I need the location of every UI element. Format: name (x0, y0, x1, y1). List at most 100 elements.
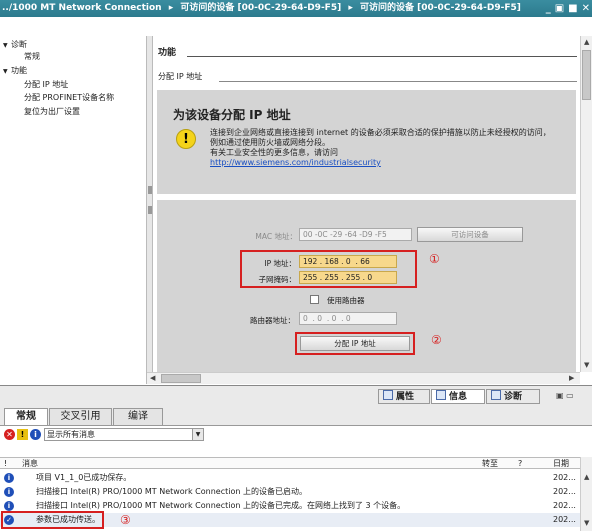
message-list: ! 消息 转至 ? 日期 i 项目 V1_1_0已成功保存。 202... i … (0, 443, 592, 531)
scroll-down-icon[interactable]: ▼ (584, 361, 589, 369)
nav-item-general[interactable]: 常规 (24, 51, 40, 62)
tab-label: 诊断 (504, 392, 523, 402)
message-table-header: ! 消息 转至 ? 日期 (0, 457, 580, 469)
subtab-cross-reference[interactable]: 交叉引用 (49, 408, 112, 425)
nav-item-functions[interactable]: ▼ 功能 (3, 65, 27, 77)
close-icon[interactable]: ✕ (582, 0, 590, 17)
nav-item-label: 复位为出厂设置 (24, 107, 80, 116)
message-date: 202... (553, 473, 576, 482)
tab-properties[interactable]: 属性 (378, 389, 430, 404)
float-icon[interactable]: ■ (568, 0, 577, 17)
breadcrumb-separator: ▸ (348, 3, 353, 13)
tab-label: 信息 (449, 392, 468, 402)
chevron-down-icon[interactable]: ▼ (192, 429, 203, 440)
breadcrumb-separator: ▸ (168, 3, 174, 13)
inspector-subtabs: 常规 交叉引用 编译 (0, 405, 592, 426)
info-icon: i (4, 473, 14, 483)
inspector-tab-bar: 属性 信息 诊断 ▣ ▭ (0, 385, 592, 405)
highlight-box-message (1, 511, 104, 529)
marker-3: ③ (120, 513, 131, 527)
breadcrumb-interface[interactable]: ../1000 MT Network Connection (2, 3, 162, 13)
nav-item-label: 分配 IP 地址 (24, 80, 69, 89)
window-controls: _ ▣ ■ ✕ (546, 0, 590, 17)
expand-arrow-icon[interactable]: ▼ (3, 66, 11, 77)
mac-address-label: MAC 地址： (255, 232, 297, 241)
message-vertical-scrollbar[interactable]: ▲ ▼ (580, 457, 592, 531)
filter-value: 显示所有消息 (47, 430, 95, 439)
window-title-bar: ../1000 MT Network Connection ▸ 可访问的设备 [… (0, 0, 592, 17)
message-date: 202... (553, 501, 576, 510)
nav-item-label: 诊断 (11, 40, 27, 49)
info-icon: i (4, 487, 14, 497)
message-filter-select[interactable]: 显示所有消息 ▼ (44, 428, 204, 441)
minimize-icon[interactable]: _ (546, 0, 551, 17)
content-vertical-scrollbar[interactable]: ▲ ▼ (580, 36, 592, 372)
message-toolbar: ✕ ! i 显示所有消息 ▼ (0, 425, 592, 443)
nav-item-reset-factory[interactable]: 复位为出厂设置 (24, 106, 80, 117)
scroll-right-icon[interactable]: ▶ (569, 374, 574, 382)
nav-item-label: 分配 PROFINET设备名称 (24, 93, 115, 102)
content-panel: 功能 分配 IP 地址 为该设备分配 IP 地址 ! 连接到企业网络或直接连接到… (153, 36, 580, 372)
column-message[interactable]: 消息 (22, 458, 38, 469)
warning-line: 例如通过使用防火墙或网络分段。 (210, 138, 330, 147)
router-address-field: 0 . 0 . 0 . 0 (299, 312, 397, 325)
info-icon (436, 390, 446, 400)
nav-item-diagnostics[interactable]: ▼ 诊断 (3, 39, 27, 51)
scroll-up-icon[interactable]: ▲ (584, 38, 589, 46)
restore-icon[interactable]: ▣ (555, 0, 564, 17)
error-filter-icon[interactable]: ✕ (4, 429, 15, 440)
use-router-label: 使用路由器 (327, 296, 365, 305)
scroll-thumb[interactable] (161, 374, 201, 383)
left-navigation: ▼ 诊断 常规 ▼ 功能 分配 IP 地址 分配 PROFINET设备名称 复位为出… (0, 36, 147, 384)
warning-filter-icon[interactable]: ! (17, 429, 28, 440)
marker-1: ① (429, 252, 440, 266)
content-horizontal-scrollbar[interactable]: ◀ ▶ (147, 372, 580, 384)
scroll-down-icon[interactable]: ▼ (584, 519, 589, 527)
message-text: 项目 V1_1_0已成功保存。 (36, 473, 132, 482)
column-goto[interactable]: 转至 (482, 458, 498, 469)
diagnostics-icon (491, 390, 501, 400)
subtab-compile[interactable]: 编译 (113, 408, 163, 425)
column-question[interactable]: ? (518, 458, 522, 469)
subsection-title: 分配 IP 地址 (158, 72, 203, 81)
security-link[interactable]: http://www.siemens.com/industrialsecurit… (210, 158, 575, 168)
accessible-devices-button[interactable]: 可访问设备 (417, 227, 523, 242)
tab-diagnostics[interactable]: 诊断 (486, 389, 540, 404)
nav-item-label: 功能 (11, 66, 27, 75)
nav-item-assign-profinet-name[interactable]: 分配 PROFINET设备名称 (24, 92, 114, 103)
section-divider (187, 56, 577, 57)
tab-label: 属性 (396, 392, 415, 402)
nav-item-assign-ip[interactable]: 分配 IP 地址 (24, 79, 68, 90)
expand-arrow-icon[interactable]: ▼ (3, 40, 11, 51)
message-date: 202... (553, 487, 576, 496)
highlight-box-assign (295, 332, 415, 355)
breadcrumb-device-current[interactable]: 可访问的设备 [00-0C-29-64-D9-F5] (360, 3, 521, 13)
message-text: 扫描接口 Intel(R) PRO/1000 MT Network Connec… (36, 487, 307, 496)
use-router-checkbox[interactable] (310, 295, 319, 304)
warning-icon: ! (176, 129, 196, 149)
properties-icon (383, 390, 393, 400)
table-row[interactable]: i 项目 V1_1_0已成功保存。 202... (0, 471, 580, 485)
splitter-grip-icon[interactable] (148, 206, 152, 214)
router-address-label: 路由器地址： (250, 316, 295, 325)
message-date: 202... (553, 515, 576, 524)
nav-item-label: 常规 (24, 52, 40, 61)
mac-address-field: 00 -0C -29 -64 -D9 -F5 (299, 228, 412, 241)
table-row[interactable]: i 扫描接口 Intel(R) PRO/1000 MT Network Conn… (0, 485, 580, 499)
column-mark[interactable]: ! (4, 458, 7, 469)
warning-line: 连接到企业网络或直接连接到 internet 的设备必须采取合适的保护措施以防止… (210, 128, 551, 137)
tab-info[interactable]: 信息 (431, 389, 485, 404)
breadcrumb-device[interactable]: 可访问的设备 [00-0C-29-64-D9-F5] (180, 3, 341, 13)
column-date[interactable]: 日期 (553, 458, 569, 469)
subtab-general[interactable]: 常规 (4, 408, 48, 426)
scroll-up-icon[interactable]: ▲ (584, 473, 589, 481)
splitter-grip-icon[interactable] (148, 186, 152, 194)
panel-options-icon[interactable]: ▣ ▭ (556, 391, 574, 400)
security-warning-text: 连接到企业网络或直接连接到 internet 的设备必须采取合适的保护措施以防止… (210, 128, 575, 168)
info-filter-icon[interactable]: i (30, 429, 41, 440)
section-title: 功能 (158, 48, 177, 58)
scroll-left-icon[interactable]: ◀ (150, 374, 155, 382)
subsection-divider (219, 81, 577, 82)
marker-2: ② (431, 333, 442, 347)
scroll-thumb[interactable] (582, 50, 591, 100)
